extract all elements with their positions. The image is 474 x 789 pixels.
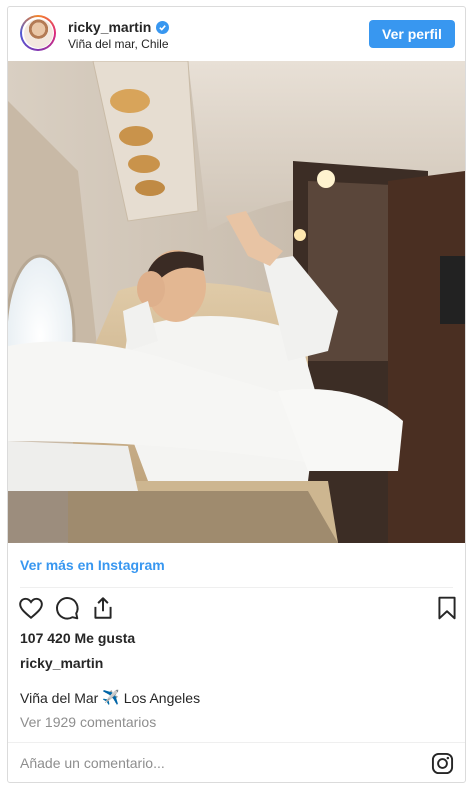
- post-header: ricky_martin Viña del mar, Chile Ver per…: [8, 7, 465, 61]
- heart-icon[interactable]: [18, 595, 44, 621]
- divider: [20, 587, 453, 588]
- likes-count[interactable]: 107 420 Me gusta: [20, 630, 135, 646]
- caption-text-start: Viña del Mar: [20, 689, 99, 706]
- avatar-image: [23, 18, 53, 48]
- airplane-emoji: ✈️: [102, 689, 120, 705]
- location-link[interactable]: Viña del mar, Chile: [68, 37, 169, 51]
- view-comments-link[interactable]: Ver 1929 comentarios: [20, 714, 156, 730]
- instagram-embed-card: ricky_martin Viña del mar, Chile Ver per…: [7, 6, 466, 783]
- post-photo[interactable]: [8, 61, 465, 543]
- comment-icon[interactable]: [54, 595, 80, 621]
- username-link[interactable]: ricky_martin: [68, 19, 151, 35]
- view-more-on-instagram-link[interactable]: Ver más en Instagram: [20, 557, 165, 573]
- owner-username-link[interactable]: ricky_martin: [20, 655, 103, 671]
- instagram-icon[interactable]: [431, 752, 454, 775]
- caption: Viña del Mar ✈️ Los Angeles: [20, 689, 200, 706]
- share-icon[interactable]: [90, 595, 116, 621]
- avatar[interactable]: [20, 15, 56, 51]
- verified-badge-icon: [156, 20, 170, 34]
- add-comment-field[interactable]: Añade un comentario...: [20, 755, 165, 771]
- divider: [8, 742, 465, 743]
- caption-text-end: Los Angeles: [123, 689, 201, 706]
- action-bar: [18, 595, 458, 623]
- view-profile-button[interactable]: Ver perfil: [369, 20, 455, 48]
- bookmark-icon[interactable]: [434, 595, 460, 621]
